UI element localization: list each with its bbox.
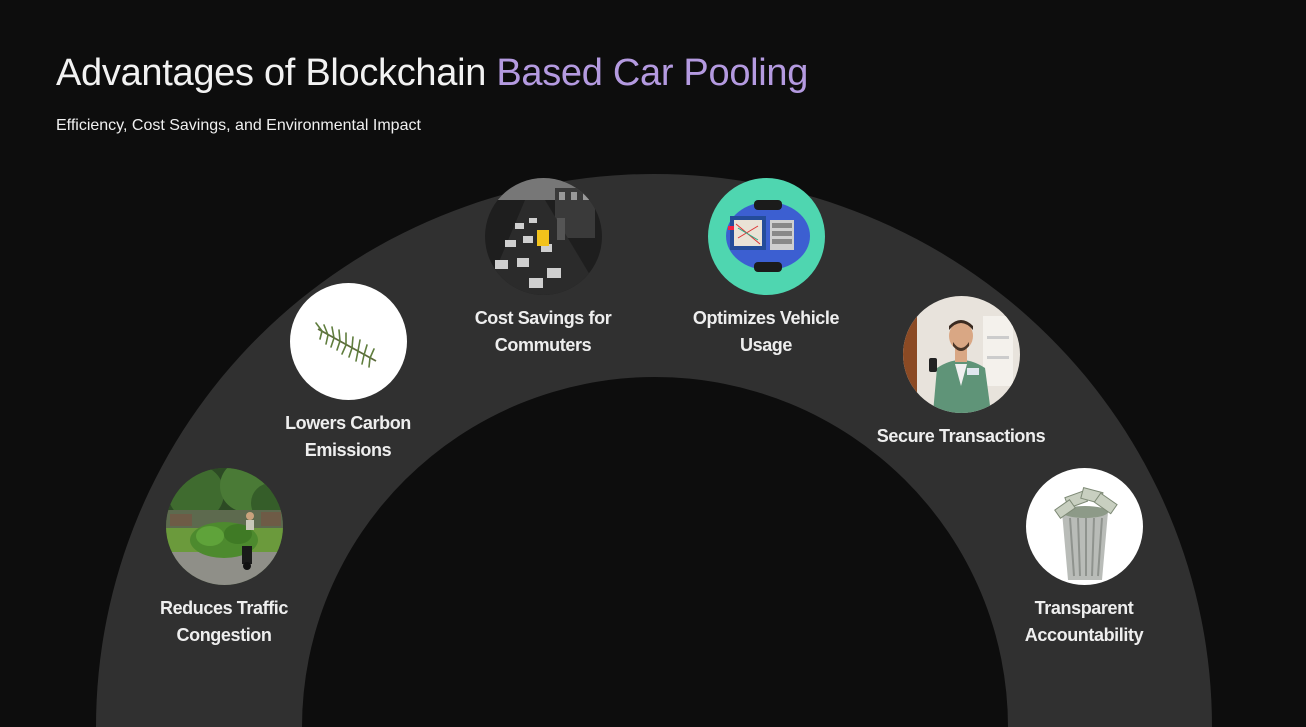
businessman-phone-image — [902, 296, 1020, 413]
advantage-label: Lowers Carbon Emissions — [285, 413, 411, 460]
advantage-item-cost: Cost Savings for Commuters — [453, 178, 633, 359]
rosemary-sprig-image — [289, 283, 407, 400]
advantage-item-secure: Secure Transactions — [871, 296, 1051, 450]
robot-car-kit-image — [707, 178, 825, 295]
advantage-label: Secure Transactions — [876, 426, 1046, 446]
advantage-item-carbon: Lowers Carbon Emissions — [258, 283, 438, 464]
advantage-label: Cost Savings for Commuters — [474, 308, 612, 355]
advantage-label: Optimizes Vehicle Usage — [692, 308, 840, 355]
city-traffic-image — [484, 178, 602, 295]
advantage-label: Reduces Traffic Congestion — [159, 598, 289, 645]
advantage-label: Transparent Accountability — [1024, 598, 1144, 645]
money-bin-image — [1025, 468, 1143, 585]
advantage-item-vehicle: Optimizes Vehicle Usage — [676, 178, 856, 359]
advantage-item-accountability: Transparent Accountability — [994, 468, 1174, 649]
slide: Advantages of Blockchain Based Car Pooli… — [0, 0, 1306, 727]
advantage-item-traffic: Reduces Traffic Congestion — [134, 468, 314, 649]
traffic-motorbike-image — [165, 468, 283, 585]
